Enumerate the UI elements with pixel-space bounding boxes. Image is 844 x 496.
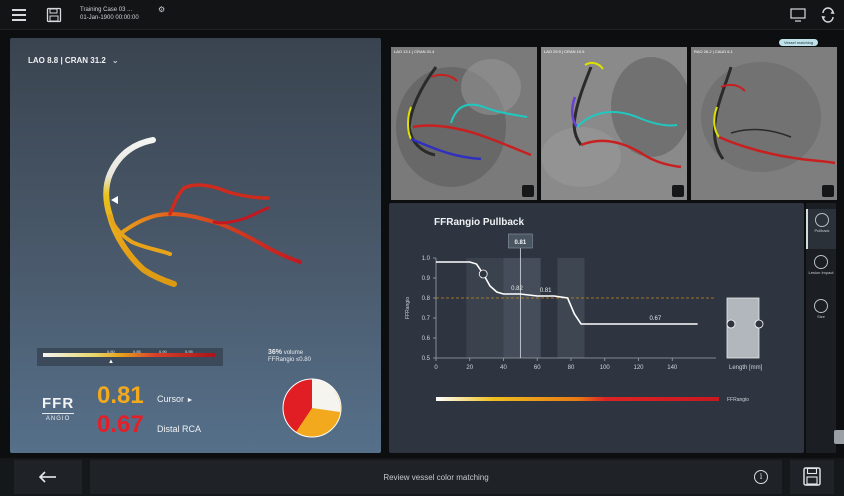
expand-icon[interactable]: [672, 185, 684, 197]
scale-marker-icon: ▲: [108, 359, 114, 365]
volume-sub: FFRangio ≤0.80: [268, 357, 311, 363]
vessel-3d-panel[interactable]: LAO 8.8 | CRAN 31.2 ⌄ 0.80 0.85 0.90 0.9…: [10, 38, 381, 453]
y-tick-label: 0.7: [422, 316, 431, 322]
bottom-bar: Review vessel color matching i: [0, 458, 844, 496]
x-tick-label: 140: [667, 365, 678, 371]
distal-ffr-value: 0.67: [97, 411, 144, 438]
cursor-ffr-value: 0.81: [97, 382, 144, 409]
volume-word: volume: [283, 350, 304, 356]
tab-lesion-impact[interactable]: Lesion Impact: [806, 251, 836, 291]
vessel-3d-model[interactable]: [10, 38, 381, 338]
case-title: Training Case 03 ...: [80, 7, 133, 13]
status-message: Review vessel color matching: [383, 473, 489, 482]
cursor-label: Cursor ►: [157, 394, 194, 404]
x-tick-label: 80: [568, 365, 575, 371]
angio-view-label: LAO 29.9 | CRAN 10.9: [544, 49, 585, 54]
vessel-matching-badge[interactable]: Vessel matching: [779, 39, 819, 46]
ffr-color-scale: 0.80 0.85 0.90 0.95 ▲: [37, 348, 223, 366]
save-icon[interactable]: [46, 7, 62, 23]
angio-view-label: LAO 13.1 | CRAN 31.4: [394, 49, 435, 54]
ffr-angio-logo: FFR ANGIO: [42, 395, 75, 422]
y-tick-label: 0.9: [422, 276, 431, 282]
value-annotation: 0.81: [540, 288, 552, 294]
lesion-impact-icon: [814, 255, 828, 269]
lesion-marker-1: [478, 269, 488, 279]
monitor-icon[interactable]: [790, 8, 806, 22]
info-button[interactable]: i: [754, 470, 768, 484]
top-bar: Training Case 03 ... 01-Jan-1900 00:00:0…: [0, 0, 844, 30]
y-tick-label: 1.0: [422, 256, 431, 262]
cursor-pointer-icon: ►: [186, 397, 194, 404]
case-info: Training Case 03 ... 01-Jan-1900 00:00:0…: [80, 6, 139, 22]
y-axis-label: FFRangio: [405, 297, 411, 319]
x-tick-label: 60: [534, 365, 541, 371]
pullback-chart[interactable]: 1.00.90.80.70.60.50 20 40 60 80 100 120 140FFRa…: [389, 203, 804, 453]
scale-tick: 0.95: [185, 349, 193, 354]
side-tab-bar: Pullback Lesion Impact Size: [806, 203, 836, 453]
volume-percent: 36%: [268, 349, 283, 356]
range-start-marker: [726, 319, 736, 329]
y-tick-label: 0.6: [422, 336, 431, 342]
scale-tick: 0.90: [159, 349, 167, 354]
save-button[interactable]: [790, 460, 834, 494]
value-annotation: 0.82: [511, 286, 523, 292]
arrow-left-icon: [38, 471, 56, 483]
ffr-legend-label: FFRangio: [727, 397, 749, 403]
scale-tick: 0.80: [107, 349, 115, 354]
angio-view-label: RAO 26.2 | CAUD 6.1: [694, 49, 733, 54]
pullback-icon: [815, 213, 829, 227]
x-tick-label: 20: [466, 365, 473, 371]
tab-pullback[interactable]: Pullback: [806, 209, 836, 249]
scale-tick: 0.85: [133, 349, 141, 354]
angio-view-2[interactable]: LAO 29.9 | CRAN 10.9: [541, 47, 687, 200]
size-icon: [814, 299, 828, 313]
angio-view-3[interactable]: RAO 26.2 | CAUD 6.1: [691, 47, 837, 200]
y-tick-label: 0.5: [422, 356, 431, 362]
cursor-badge-value: 0.81: [515, 240, 527, 246]
back-button[interactable]: [14, 460, 82, 494]
range-end-marker: [754, 319, 764, 329]
expand-icon[interactable]: [822, 185, 834, 197]
ffr-legend-bar: [436, 397, 719, 401]
tab-size[interactable]: Size: [806, 295, 836, 335]
case-date: 01-Jan-1900 00:00:00: [80, 15, 139, 21]
status-area: Review vessel color matching i: [90, 460, 782, 494]
angio-view-1[interactable]: LAO 13.1 | CRAN 31.4: [391, 47, 537, 200]
x-tick-label: 0: [434, 365, 438, 371]
value-annotation: 0.67: [650, 316, 662, 322]
x-tick-label: 100: [600, 365, 611, 371]
x-tick-label: 120: [633, 365, 644, 371]
edge-handle[interactable]: [834, 430, 844, 444]
sync-icon[interactable]: [820, 7, 836, 23]
distal-label: Distal RCA: [157, 424, 202, 434]
volume-pie-chart: [282, 378, 342, 438]
segment-band: [503, 258, 541, 358]
pullback-panel: FFRangio Pullback 1.0 0.9 0.8 0.7 0.6 0.5 0 20 4…: [389, 203, 804, 453]
x-axis-label: Length [mm]: [729, 365, 763, 371]
x-tick-label: 40: [500, 365, 507, 371]
volume-info: 36% volume FFRangio ≤0.80: [268, 349, 311, 364]
menu-icon[interactable]: [12, 9, 26, 21]
gear-icon[interactable]: ⚙: [158, 5, 165, 14]
save-icon: [803, 467, 821, 486]
y-tick-label: 0.8: [422, 296, 431, 302]
expand-icon[interactable]: [522, 185, 534, 197]
